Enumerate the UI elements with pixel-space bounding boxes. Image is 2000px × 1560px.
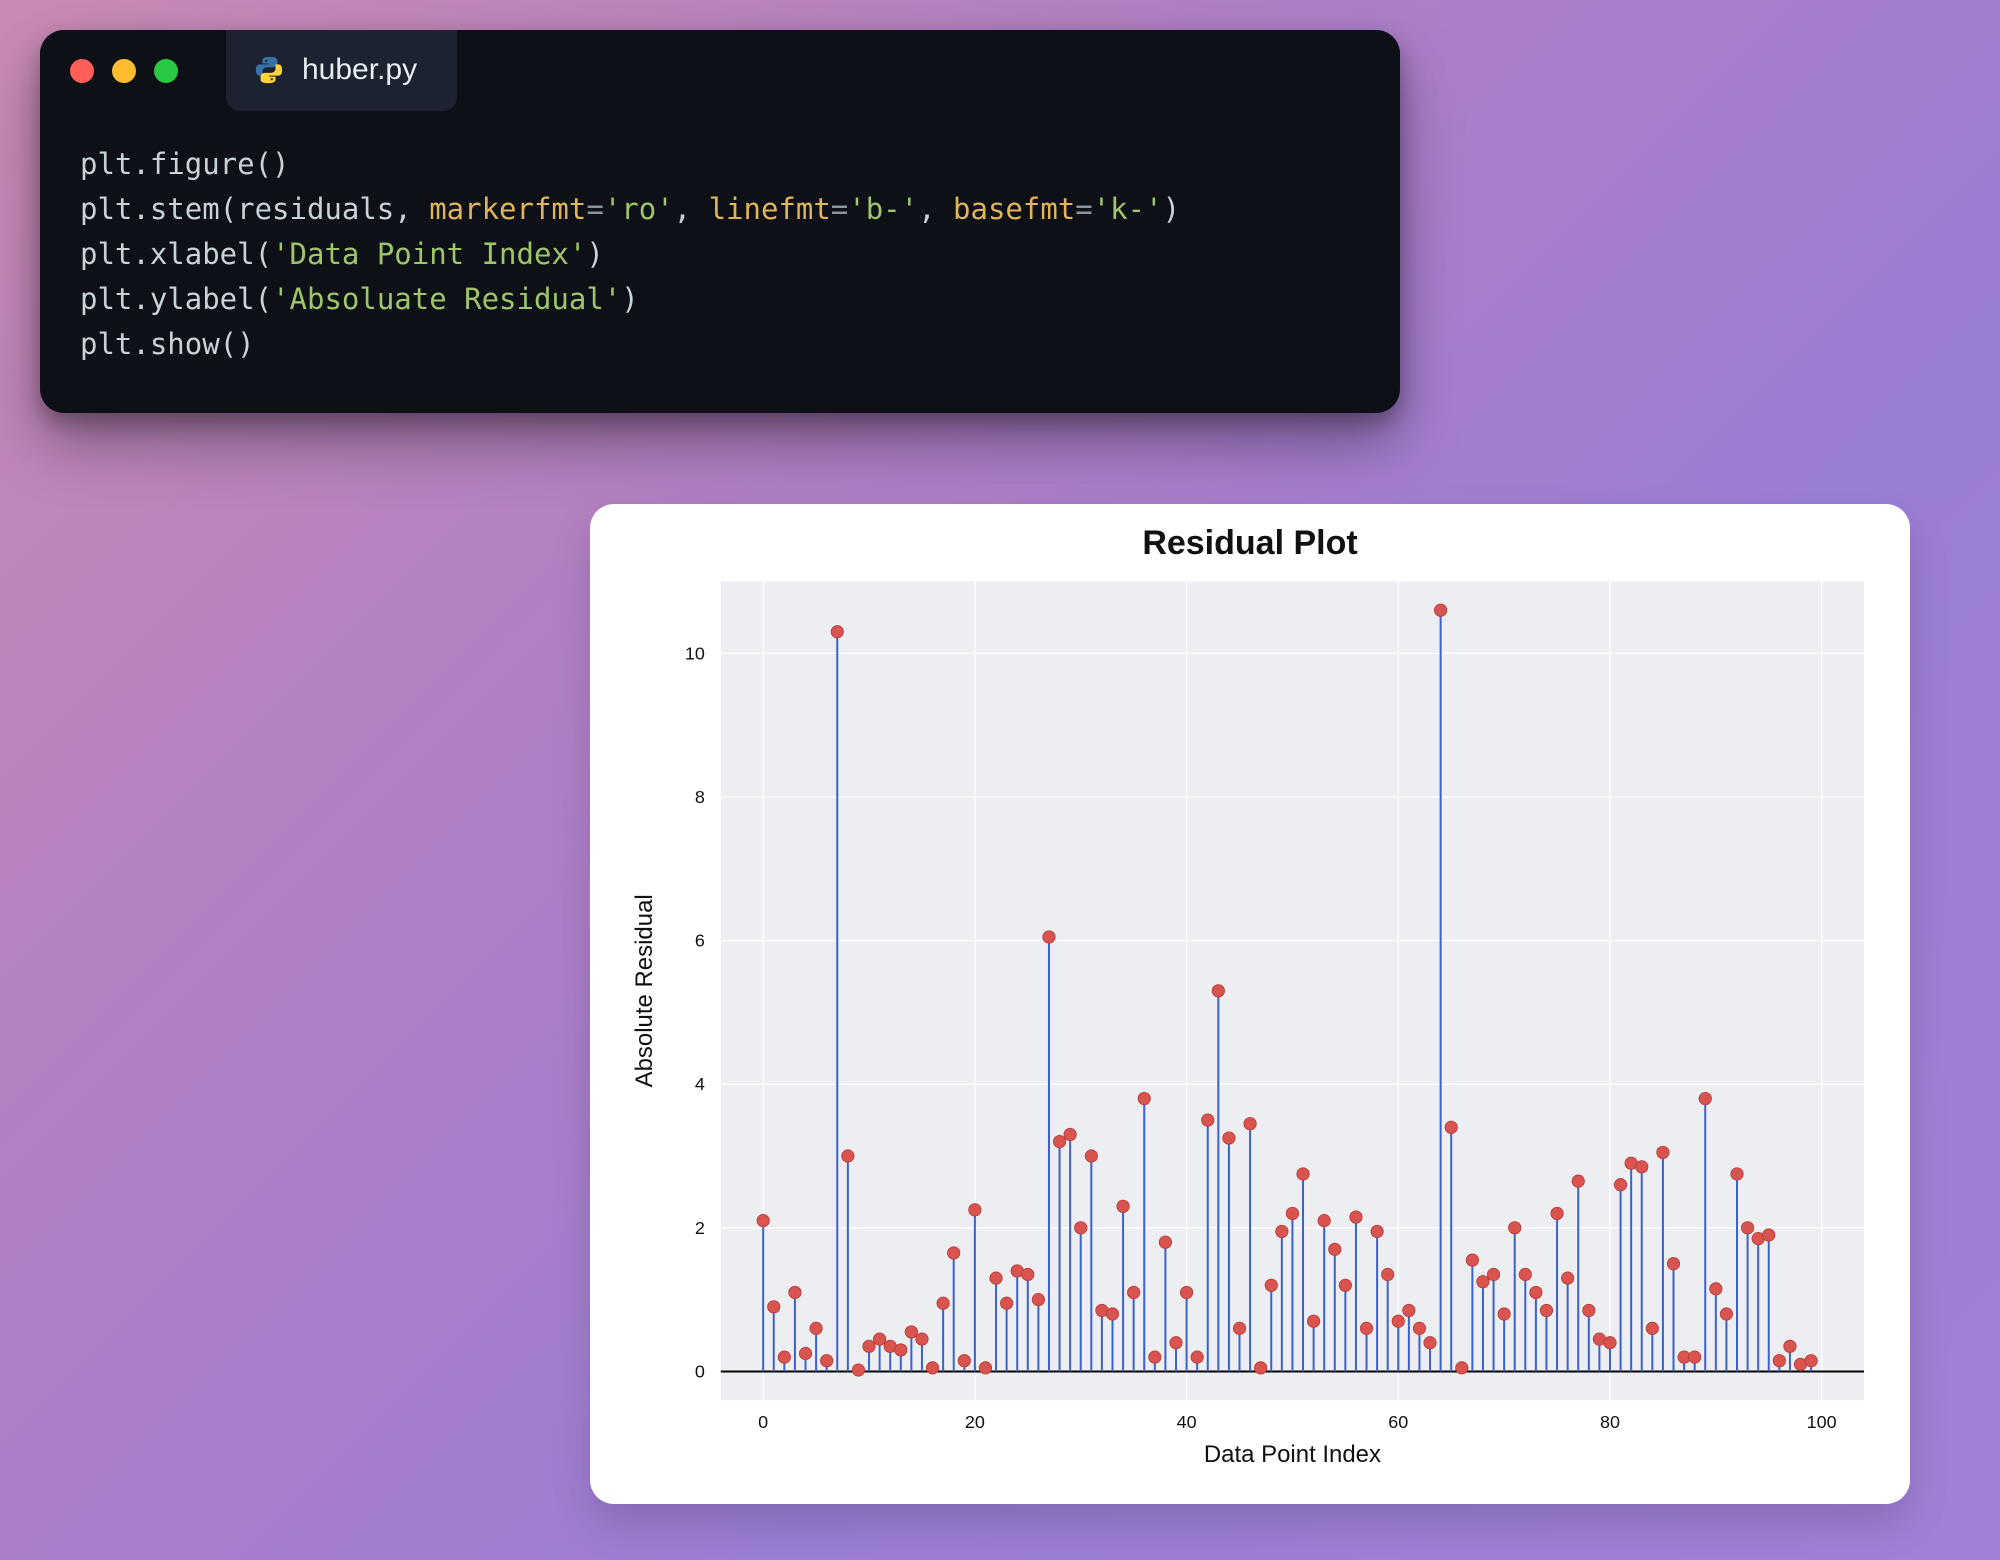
minimize-icon[interactable] [112,59,136,83]
plot-card: Residual Plot 0 20 40 60 80 100 0 2 4 6 8 10 Data Po… [590,504,1910,1504]
code-string: 'Absoluate Residual' [272,282,621,316]
code-string: 'Data Point Index' [272,237,586,271]
svg-text:6: 6 [695,931,705,951]
code-text: ) [621,282,638,316]
svg-text:60: 60 [1388,1412,1408,1432]
code-text: ) [586,237,603,271]
svg-text:10: 10 [685,643,705,663]
code-string: 'ro' [604,192,674,226]
svg-text:0: 0 [758,1412,768,1432]
svg-text:4: 4 [695,1074,705,1094]
code-line-1: plt.figure() [80,147,290,181]
svg-text:100: 100 [1807,1412,1837,1432]
code-kwarg: linefmt [709,192,831,226]
code-text: , [674,192,709,226]
svg-text:0: 0 [695,1361,705,1381]
code-text: ) [1163,192,1180,226]
chart-ylabel: Absolute Residual [631,894,658,1087]
code-string: 'b-' [848,192,918,226]
code-line-5: plt.show() [80,327,255,361]
code-text: plt.stem(residuals, [80,192,429,226]
stem-plot: 0 20 40 60 80 100 0 2 4 6 8 10 Data Point Index Absol… [616,569,1884,1483]
code-kwarg: basefmt [953,192,1075,226]
code-area[interactable]: plt.figure() plt.stem(residuals, markerf… [40,112,1400,413]
code-eq: = [831,192,848,226]
traffic-lights [70,59,178,83]
zoom-icon[interactable] [154,59,178,83]
close-icon[interactable] [70,59,94,83]
svg-text:40: 40 [1177,1412,1197,1432]
code-text: , [918,192,953,226]
code-text: plt.ylabel( [80,282,272,316]
window-titlebar: huber.py [40,30,1400,112]
code-string: 'k-' [1093,192,1163,226]
chart-title: Residual Plot [616,524,1884,563]
filename-label: huber.py [302,53,417,87]
code-text: plt.xlabel( [80,237,272,271]
svg-text:80: 80 [1600,1412,1620,1432]
code-kwarg: markerfmt [429,192,586,226]
code-eq: = [586,192,603,226]
file-tab[interactable]: huber.py [226,30,457,111]
svg-text:2: 2 [695,1218,705,1238]
svg-text:20: 20 [965,1412,985,1432]
chart-canvas: 0 20 40 60 80 100 0 2 4 6 8 10 Data Point Index Absol… [616,569,1884,1483]
python-icon [254,55,284,85]
code-editor-window: huber.py plt.figure() plt.stem(residuals… [40,30,1400,413]
svg-text:Data Point Index: Data Point Index [1204,1441,1381,1468]
svg-text:8: 8 [695,787,705,807]
code-eq: = [1075,192,1092,226]
